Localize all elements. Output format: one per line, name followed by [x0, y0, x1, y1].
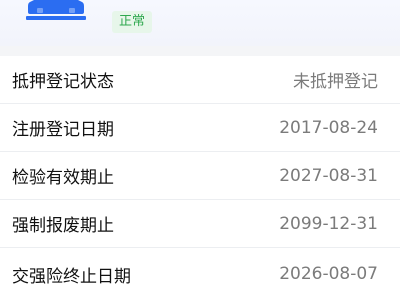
- detail-value: 2099-12-31: [279, 213, 378, 234]
- detail-label: 强制报废期止: [12, 216, 114, 236]
- status-badge: 正常: [112, 11, 153, 33]
- detail-label: 检验有效期止: [12, 168, 114, 188]
- car-icon: [26, 0, 86, 20]
- vehicle-detail-list: 抵押登记状态 未抵押登记 注册登记日期 2017-08-24 检验有效期止 20…: [0, 56, 400, 300]
- detail-value: 2026-08-07: [279, 264, 378, 284]
- detail-label: 抵押登记状态: [12, 72, 114, 92]
- detail-row-inspection-valid-until: 检验有效期止 2027-08-31: [0, 152, 400, 200]
- detail-label: 注册登记日期: [12, 120, 114, 140]
- detail-row-scrap-deadline: 强制报废期止 2099-12-31: [0, 200, 400, 248]
- detail-value: 未抵押登记: [293, 72, 378, 92]
- detail-value: 2017-08-24: [279, 117, 378, 138]
- detail-row-mortgage-status: 抵押登记状态 未抵押登记: [0, 56, 400, 104]
- vehicle-summary-card: 正常: [0, 0, 400, 46]
- detail-row-insurance-end-date: 交强险终止日期 2026-08-07: [0, 248, 400, 300]
- detail-value: 2027-08-31: [279, 165, 378, 186]
- detail-label: 交强险终止日期: [12, 266, 131, 287]
- detail-row-registration-date: 注册登记日期 2017-08-24: [0, 104, 400, 152]
